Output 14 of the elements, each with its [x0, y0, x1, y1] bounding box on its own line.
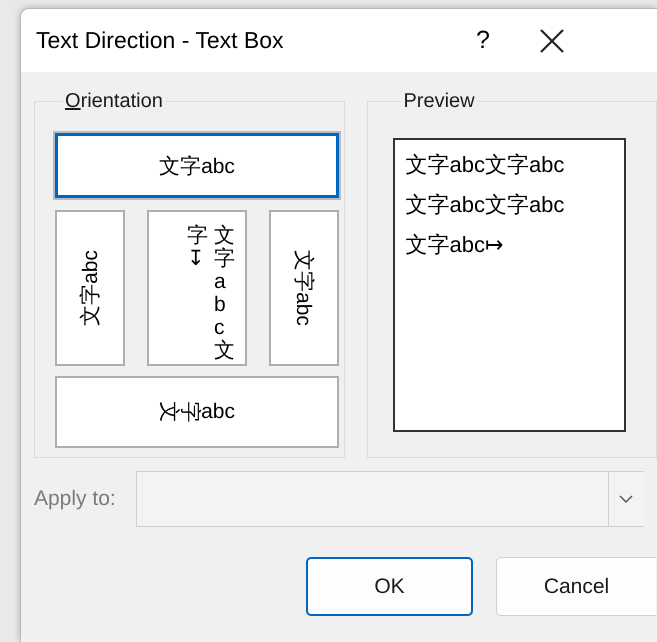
orientation-option[interactable]: 文字abc	[55, 210, 125, 366]
apply-to-label: Apply to:	[34, 487, 116, 511]
window-title: Text Direction - Text Box	[36, 27, 285, 54]
help-button[interactable]: ?	[463, 25, 503, 56]
orientation-option[interactable]: 文字abc	[55, 133, 339, 198]
preview-box: 文字abc文字abc 文字abc文字abc 文字abc↦	[393, 138, 626, 432]
orientation-option[interactable]: 文字 abc	[55, 376, 339, 448]
caret-icon	[619, 494, 634, 504]
group-label: Orientation	[64, 90, 164, 113]
dialog-button[interactable]: OK	[306, 557, 473, 616]
dialog-button[interactable]: Cancel	[496, 557, 656, 616]
orientation-option[interactable]: 文字abc	[269, 210, 339, 366]
group-label: Preview	[402, 90, 476, 113]
orientation-option[interactable]: 字↧ 文字abc文	[147, 210, 247, 366]
